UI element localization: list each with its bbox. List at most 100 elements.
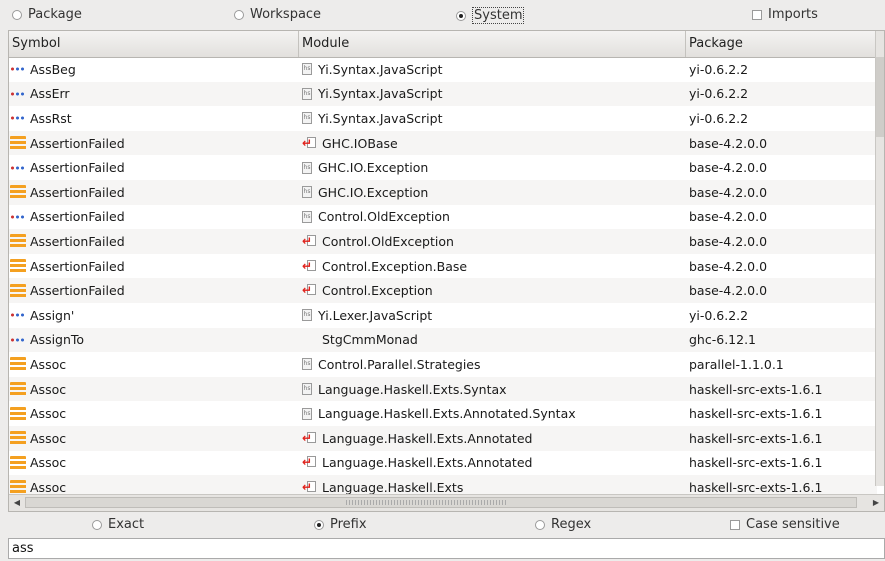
- table-header: Symbol Module Package: [9, 31, 877, 58]
- module-name: Language.Haskell.Exts.Annotated.Syntax: [318, 406, 576, 422]
- table-row[interactable]: AssertionFailed Control.Exception base-4.2…: [9, 278, 877, 303]
- module-cell: GHC.IOBase: [299, 136, 686, 151]
- table-row[interactable]: AssertionFailed hs Control.OldException bas…: [9, 205, 877, 230]
- package-cell: base-4.2.0.0: [689, 209, 768, 225]
- module-cell: hs Control.Parallel.Strategies: [299, 357, 686, 372]
- module-cell: hs Yi.Syntax.JavaScript: [299, 111, 686, 126]
- table-row[interactable]: Assoc hs Control.Parallel.Strategies parall…: [9, 352, 877, 377]
- table-row[interactable]: AssignTo StgCmmMonad ghc-6.12.1: [9, 327, 877, 353]
- package-cell: base-4.2.0.0: [689, 160, 768, 176]
- table-body: AssBeg hs Yi.Syntax.JavaScript yi-0.6.2.2 As…: [9, 57, 877, 500]
- package-cell: base-4.2.0.0: [689, 233, 768, 249]
- haskell-file-icon: hs: [302, 186, 312, 199]
- horizontal-scrollbar[interactable]: ◀ ▶: [9, 494, 884, 511]
- mode-exact-option[interactable]: Exact: [92, 517, 144, 532]
- imports-label: Imports: [768, 7, 818, 22]
- package-cell: haskell-src-exts-1.6.1: [689, 406, 823, 422]
- module-name: Language.Haskell.Exts: [322, 479, 464, 495]
- results-table: Symbol Module Package AssBeg hs Yi.Syntax.…: [8, 30, 885, 512]
- symbol-cell: AssignTo: [9, 332, 299, 347]
- column-header-symbol[interactable]: Symbol: [9, 31, 299, 57]
- type-icon: [10, 406, 26, 421]
- table-row[interactable]: AssertionFailed GHC.IOBase base-4.2.0.0: [9, 130, 877, 156]
- scope-system-option[interactable]: System: [456, 7, 525, 24]
- symbol-cell: AssertionFailed: [9, 234, 299, 249]
- constructor-icon: [10, 213, 26, 220]
- table-row[interactable]: AssErr hs Yi.Syntax.JavaScript yi-0.6.2.2: [9, 81, 877, 107]
- package-cell: base-4.2.0.0: [689, 135, 768, 151]
- constructor-icon: [10, 164, 26, 171]
- vertical-scroll-thumb[interactable]: [876, 57, 884, 137]
- module-cell: Control.Exception: [299, 283, 686, 298]
- table-row[interactable]: AssBeg hs Yi.Syntax.JavaScript yi-0.6.2.2: [9, 57, 877, 82]
- scroll-right-arrow-icon[interactable]: ▶: [870, 497, 882, 509]
- module-name: GHC.IO.Exception: [318, 160, 429, 176]
- haskell-file-icon: hs: [302, 161, 312, 174]
- module-name: StgCmmMonad: [322, 332, 418, 348]
- mode-prefix-option[interactable]: Prefix: [314, 517, 367, 532]
- table-row[interactable]: AssertionFailed hs GHC.IO.Exception base-4.…: [9, 179, 877, 205]
- regex-radio[interactable]: [535, 519, 545, 530]
- module-cell: hs GHC.IO.Exception: [299, 185, 686, 200]
- module-cell: Language.Haskell.Exts.Annotated: [299, 455, 686, 470]
- table-row[interactable]: Assoc Language.Haskell.Exts.Annotated hask…: [9, 451, 877, 476]
- table-row[interactable]: Assoc hs Language.Haskell.Exts.Syntax haske…: [9, 376, 877, 402]
- symbol-name: AssBeg: [30, 61, 76, 77]
- imports-option[interactable]: Imports: [752, 7, 818, 22]
- horizontal-scroll-thumb[interactable]: [25, 497, 857, 508]
- package-cell: haskell-src-exts-1.6.1: [689, 455, 823, 471]
- symbol-name: Assoc: [30, 356, 67, 372]
- system-label: System: [472, 7, 525, 24]
- table-row[interactable]: Assoc hs Language.Haskell.Exts.Annotated.S…: [9, 401, 877, 426]
- table-row[interactable]: AssertionFailed hs GHC.IO.Exception base-4.…: [9, 155, 877, 180]
- module-cell: hs Yi.Syntax.JavaScript: [299, 86, 686, 101]
- scope-workspace-option[interactable]: Workspace: [234, 7, 321, 22]
- symbol-cell: Assoc: [9, 431, 299, 446]
- constructor-icon: [10, 336, 26, 343]
- package-cell: base-4.2.0.0: [689, 258, 768, 274]
- module-name: Language.Haskell.Exts.Syntax: [318, 381, 507, 397]
- scroll-left-arrow-icon[interactable]: ◀: [11, 497, 23, 509]
- scope-package-option[interactable]: Package: [12, 7, 82, 22]
- vertical-scrollbar[interactable]: [875, 31, 884, 486]
- symbol-name: AssertionFailed: [30, 258, 125, 274]
- module-name: GHC.IOBase: [322, 135, 398, 151]
- module-name: GHC.IO.Exception: [318, 184, 429, 200]
- symbol-cell: Assoc: [9, 406, 299, 421]
- module-cell: Language.Haskell.Exts.Annotated: [299, 431, 686, 446]
- module-cell: Language.Haskell.Exts: [299, 480, 686, 495]
- exact-label: Exact: [108, 517, 145, 532]
- source-link-icon: [302, 431, 316, 445]
- prefix-radio[interactable]: [314, 519, 324, 530]
- package-cell: yi-0.6.2.2: [689, 86, 749, 102]
- table-row[interactable]: AssertionFailed Control.OldException base-…: [9, 229, 877, 254]
- table-row[interactable]: Assoc Language.Haskell.Exts.Annotated hask…: [9, 425, 877, 451]
- source-link-icon: [302, 234, 316, 248]
- case-sensitive-option[interactable]: Case sensitive: [730, 517, 840, 532]
- workspace-radio[interactable]: [234, 9, 244, 20]
- imports-checkbox[interactable]: [752, 9, 762, 20]
- package-radio[interactable]: [12, 9, 22, 20]
- haskell-file-icon: hs: [302, 63, 312, 76]
- blank-icon: [302, 334, 316, 346]
- source-link-icon: [302, 480, 316, 494]
- system-radio[interactable]: [456, 10, 466, 21]
- mode-regex-option[interactable]: Regex: [535, 517, 591, 532]
- haskell-file-icon: hs: [302, 87, 312, 100]
- column-header-package[interactable]: Package: [686, 31, 877, 57]
- column-header-module[interactable]: Module: [299, 31, 686, 57]
- symbol-name: Assoc: [30, 406, 67, 422]
- source-link-icon: [302, 284, 316, 297]
- module-name: Yi.Syntax.JavaScript: [318, 110, 443, 126]
- table-row[interactable]: Assign' hs Yi.Lexer.JavaScript yi-0.6.2.2: [9, 303, 877, 328]
- symbol-cell: AssBeg: [9, 62, 299, 77]
- symbol-name: Assoc: [30, 479, 67, 495]
- haskell-file-icon: hs: [302, 407, 312, 420]
- exact-radio[interactable]: [92, 519, 102, 530]
- table-row[interactable]: AssertionFailed Control.Exception.Base bas…: [9, 254, 877, 279]
- module-name: Control.Exception.Base: [322, 258, 468, 274]
- type-icon: [10, 136, 26, 151]
- search-input[interactable]: [8, 538, 885, 559]
- case-sensitive-checkbox[interactable]: [730, 519, 740, 530]
- table-row[interactable]: AssRst hs Yi.Syntax.JavaScript yi-0.6.2.2: [9, 106, 877, 131]
